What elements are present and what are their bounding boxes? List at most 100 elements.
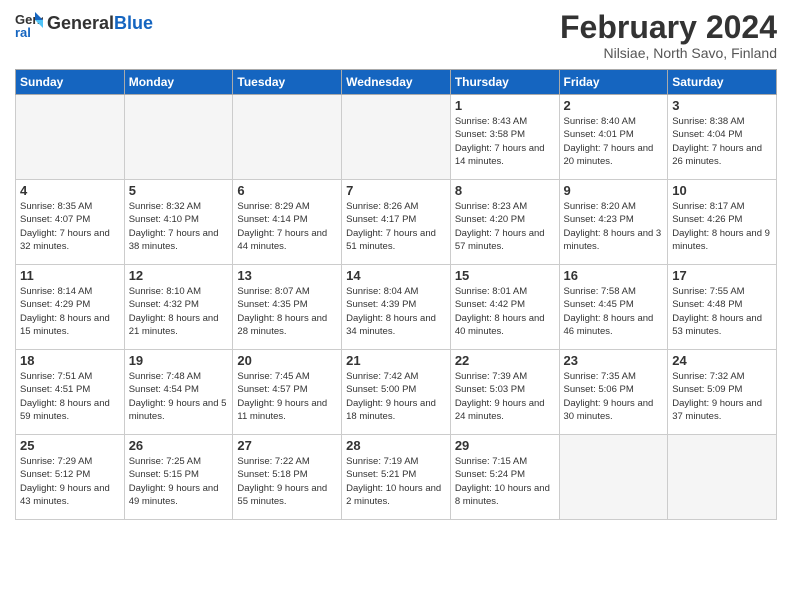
day-number: 9 xyxy=(564,183,664,198)
day-info: Sunrise: 7:15 AM Sunset: 5:24 PM Dayligh… xyxy=(455,455,555,508)
calendar-cell: 14 Sunrise: 8:04 AM Sunset: 4:39 PM Dayli… xyxy=(342,265,451,350)
day-number: 24 xyxy=(672,353,772,368)
day-info: Sunrise: 8:10 AM Sunset: 4:32 PM Dayligh… xyxy=(129,285,229,338)
day-number: 18 xyxy=(20,353,120,368)
day-info: Sunrise: 8:04 AM Sunset: 4:39 PM Dayligh… xyxy=(346,285,446,338)
calendar-cell: 18 Sunrise: 7:51 AM Sunset: 4:51 PM Dayli… xyxy=(16,350,125,435)
day-info: Sunrise: 7:35 AM Sunset: 5:06 PM Dayligh… xyxy=(564,370,664,423)
calendar-week-2: 4 Sunrise: 8:35 AM Sunset: 4:07 PM Daylig… xyxy=(16,180,777,265)
day-number: 8 xyxy=(455,183,555,198)
calendar-cell: 28 Sunrise: 7:19 AM Sunset: 5:21 PM Dayli… xyxy=(342,435,451,520)
day-info: Sunrise: 7:58 AM Sunset: 4:45 PM Dayligh… xyxy=(564,285,664,338)
day-number: 2 xyxy=(564,98,664,113)
day-number: 6 xyxy=(237,183,337,198)
day-number: 15 xyxy=(455,268,555,283)
day-info: Sunrise: 8:26 AM Sunset: 4:17 PM Dayligh… xyxy=(346,200,446,253)
day-number: 11 xyxy=(20,268,120,283)
day-number: 17 xyxy=(672,268,772,283)
calendar-cell: 6Sunrise: 8:29 AM Sunset: 4:14 PM Daylig… xyxy=(233,180,342,265)
logo: Gene ral GeneralBlue xyxy=(15,10,153,38)
calendar-cell: 4 Sunrise: 8:35 AM Sunset: 4:07 PM Daylig… xyxy=(16,180,125,265)
col-header-sunday: Sunday xyxy=(16,70,125,95)
day-number: 4 xyxy=(20,183,120,198)
calendar-cell: 20 Sunrise: 7:45 AM Sunset: 4:57 PM Dayli… xyxy=(233,350,342,435)
day-number: 19 xyxy=(129,353,229,368)
calendar-cell: 26 Sunrise: 7:25 AM Sunset: 5:15 PM Dayli… xyxy=(124,435,233,520)
logo-text: GeneralBlue xyxy=(47,14,153,34)
calendar-cell xyxy=(233,95,342,180)
calendar-cell: 15 Sunrise: 8:01 AM Sunset: 4:42 PM Dayli… xyxy=(450,265,559,350)
day-info: Sunrise: 7:25 AM Sunset: 5:15 PM Dayligh… xyxy=(129,455,229,508)
day-number: 26 xyxy=(129,438,229,453)
day-number: 20 xyxy=(237,353,337,368)
day-info: Sunrise: 8:32 AM Sunset: 4:10 PM Dayligh… xyxy=(129,200,229,253)
col-header-saturday: Saturday xyxy=(668,70,777,95)
col-header-friday: Friday xyxy=(559,70,668,95)
day-number: 14 xyxy=(346,268,446,283)
day-number: 13 xyxy=(237,268,337,283)
day-info: Sunrise: 7:29 AM Sunset: 5:12 PM Dayligh… xyxy=(20,455,120,508)
day-number: 23 xyxy=(564,353,664,368)
calendar-cell xyxy=(342,95,451,180)
calendar-cell xyxy=(124,95,233,180)
calendar-cell: 24 Sunrise: 7:32 AM Sunset: 5:09 PM Dayli… xyxy=(668,350,777,435)
calendar-cell: 19Sunrise: 7:48 AM Sunset: 4:54 PM Dayli… xyxy=(124,350,233,435)
calendar-week-1: 1 Sunrise: 8:43 AM Sunset: 3:58 PM Daylig… xyxy=(16,95,777,180)
day-number: 22 xyxy=(455,353,555,368)
calendar-cell: 29Sunrise: 7:15 AM Sunset: 5:24 PM Dayli… xyxy=(450,435,559,520)
day-info: Sunrise: 7:19 AM Sunset: 5:21 PM Dayligh… xyxy=(346,455,446,508)
col-header-thursday: Thursday xyxy=(450,70,559,95)
day-number: 21 xyxy=(346,353,446,368)
calendar-cell: 13 Sunrise: 8:07 AM Sunset: 4:35 PM Dayli… xyxy=(233,265,342,350)
day-number: 28 xyxy=(346,438,446,453)
day-info: Sunrise: 8:01 AM Sunset: 4:42 PM Dayligh… xyxy=(455,285,555,338)
day-number: 7 xyxy=(346,183,446,198)
day-info: Sunrise: 8:20 AM Sunset: 4:23 PM Dayligh… xyxy=(564,200,664,253)
month-title: February 2024 xyxy=(560,10,777,45)
logo-icon: Gene ral xyxy=(15,10,43,38)
calendar-cell: 8 Sunrise: 8:23 AM Sunset: 4:20 PM Daylig… xyxy=(450,180,559,265)
header: Gene ral GeneralBlue February 2024 Nilsi… xyxy=(15,10,777,61)
day-info: Sunrise: 8:17 AM Sunset: 4:26 PM Dayligh… xyxy=(672,200,772,253)
col-header-monday: Monday xyxy=(124,70,233,95)
calendar-table: SundayMondayTuesdayWednesdayThursdayFrid… xyxy=(15,69,777,520)
day-number: 27 xyxy=(237,438,337,453)
day-info: Sunrise: 8:38 AM Sunset: 4:04 PM Dayligh… xyxy=(672,115,772,168)
calendar-cell: 1 Sunrise: 8:43 AM Sunset: 3:58 PM Daylig… xyxy=(450,95,559,180)
day-info: Sunrise: 8:43 AM Sunset: 3:58 PM Dayligh… xyxy=(455,115,555,168)
calendar-cell: 11 Sunrise: 8:14 AM Sunset: 4:29 PM Dayli… xyxy=(16,265,125,350)
day-info: Sunrise: 7:45 AM Sunset: 4:57 PM Dayligh… xyxy=(237,370,337,423)
col-header-wednesday: Wednesday xyxy=(342,70,451,95)
calendar-cell: 9 Sunrise: 8:20 AM Sunset: 4:23 PM Daylig… xyxy=(559,180,668,265)
title-block: February 2024 Nilsiae, North Savo, Finla… xyxy=(560,10,777,61)
calendar-cell: 3 Sunrise: 8:38 AM Sunset: 4:04 PM Daylig… xyxy=(668,95,777,180)
day-number: 5 xyxy=(129,183,229,198)
day-info: Sunrise: 7:32 AM Sunset: 5:09 PM Dayligh… xyxy=(672,370,772,423)
calendar-cell xyxy=(668,435,777,520)
day-number: 1 xyxy=(455,98,555,113)
calendar-cell: 27Sunrise: 7:22 AM Sunset: 5:18 PM Dayli… xyxy=(233,435,342,520)
calendar-cell: 17 Sunrise: 7:55 AM Sunset: 4:48 PM Dayli… xyxy=(668,265,777,350)
day-number: 25 xyxy=(20,438,120,453)
calendar-cell: 21 Sunrise: 7:42 AM Sunset: 5:00 PM Dayli… xyxy=(342,350,451,435)
day-info: Sunrise: 8:07 AM Sunset: 4:35 PM Dayligh… xyxy=(237,285,337,338)
calendar-cell: 22Sunrise: 7:39 AM Sunset: 5:03 PM Dayli… xyxy=(450,350,559,435)
calendar-cell: 16Sunrise: 7:58 AM Sunset: 4:45 PM Dayli… xyxy=(559,265,668,350)
calendar-page: Gene ral GeneralBlue February 2024 Nilsi… xyxy=(0,0,792,612)
day-info: Sunrise: 7:55 AM Sunset: 4:48 PM Dayligh… xyxy=(672,285,772,338)
calendar-week-5: 25 Sunrise: 7:29 AM Sunset: 5:12 PM Dayli… xyxy=(16,435,777,520)
calendar-cell: 7 Sunrise: 8:26 AM Sunset: 4:17 PM Daylig… xyxy=(342,180,451,265)
calendar-cell: 12Sunrise: 8:10 AM Sunset: 4:32 PM Dayli… xyxy=(124,265,233,350)
day-info: Sunrise: 8:35 AM Sunset: 4:07 PM Dayligh… xyxy=(20,200,120,253)
col-header-tuesday: Tuesday xyxy=(233,70,342,95)
calendar-cell: 23 Sunrise: 7:35 AM Sunset: 5:06 PM Dayli… xyxy=(559,350,668,435)
day-info: Sunrise: 8:23 AM Sunset: 4:20 PM Dayligh… xyxy=(455,200,555,253)
day-info: Sunrise: 8:14 AM Sunset: 4:29 PM Dayligh… xyxy=(20,285,120,338)
calendar-cell xyxy=(16,95,125,180)
day-info: Sunrise: 7:42 AM Sunset: 5:00 PM Dayligh… xyxy=(346,370,446,423)
day-number: 3 xyxy=(672,98,772,113)
calendar-week-3: 11 Sunrise: 8:14 AM Sunset: 4:29 PM Dayli… xyxy=(16,265,777,350)
calendar-cell: 5 Sunrise: 8:32 AM Sunset: 4:10 PM Daylig… xyxy=(124,180,233,265)
calendar-cell: 2Sunrise: 8:40 AM Sunset: 4:01 PM Daylig… xyxy=(559,95,668,180)
day-info: Sunrise: 7:51 AM Sunset: 4:51 PM Dayligh… xyxy=(20,370,120,423)
